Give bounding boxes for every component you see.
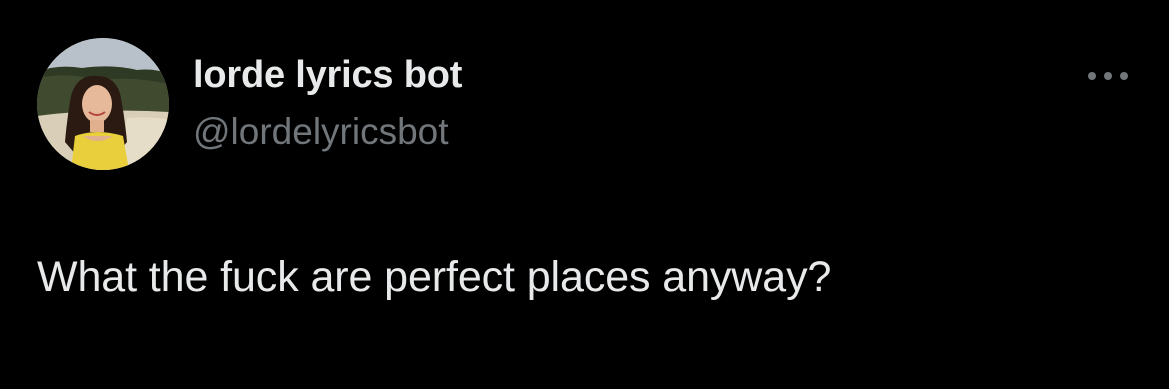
avatar[interactable] (37, 38, 169, 170)
more-options-icon (1088, 72, 1128, 80)
author-display-name[interactable]: lorde lyrics bot (193, 54, 462, 97)
tweet-text: What the fuck are perfect places anyway? (37, 253, 832, 301)
author-handle[interactable]: @lordelyricsbot (193, 111, 449, 153)
profile-photo-avatar (37, 38, 169, 170)
more-options-button[interactable] (1085, 64, 1131, 88)
tweet-card: lorde lyrics bot @lordelyricsbot What th… (0, 0, 1169, 389)
